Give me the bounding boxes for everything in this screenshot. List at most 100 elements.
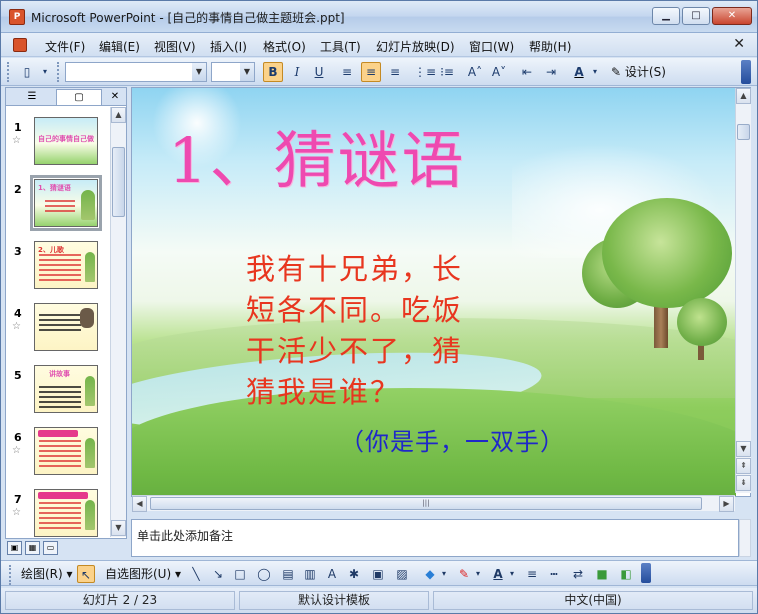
menu-file[interactable]: 文件(F) bbox=[45, 38, 85, 55]
toolbar-options-icon[interactable]: ▾ bbox=[39, 62, 51, 82]
dash-style-icon[interactable]: ┅ bbox=[545, 565, 563, 583]
font-name-select[interactable]: ▼ bbox=[65, 62, 207, 82]
scrollbar-thumb[interactable] bbox=[112, 147, 125, 217]
bullet-list-icon[interactable]: ⁝≡ bbox=[437, 62, 457, 82]
thumbnail-scrollbar[interactable]: ▲ ▼ bbox=[110, 107, 126, 537]
slide-sorter-icon[interactable]: ▦ bbox=[25, 541, 40, 555]
bold-button[interactable]: B bbox=[263, 62, 283, 82]
autoshapes-button[interactable]: 自选图形(U) ▾ bbox=[105, 565, 181, 583]
scroll-down-icon[interactable]: ▼ bbox=[736, 441, 751, 457]
slide-thumbnail[interactable]: 6 ☆ bbox=[6, 421, 110, 481]
tab-outline[interactable]: ☰ bbox=[10, 89, 54, 105]
slide-thumbnail[interactable]: 4 ☆ bbox=[6, 297, 110, 357]
scroll-up-icon[interactable]: ▲ bbox=[736, 88, 751, 104]
close-window-button[interactable]: ✕ bbox=[712, 7, 752, 25]
notes-scrollbar[interactable] bbox=[739, 519, 751, 557]
minimize-button[interactable]: ▁ bbox=[652, 7, 680, 25]
draw-menu-button[interactable]: 绘图(R) ▾ bbox=[21, 565, 73, 583]
underline-button[interactable]: U bbox=[309, 62, 329, 82]
select-pointer-icon[interactable]: ↖ bbox=[77, 565, 95, 583]
3d-style-icon[interactable]: ◧ bbox=[617, 565, 635, 583]
line-icon[interactable]: ╲ bbox=[187, 565, 205, 583]
scroll-right-icon[interactable]: ▶ bbox=[719, 496, 734, 512]
menu-help[interactable]: 帮助(H) bbox=[529, 38, 571, 55]
numbered-list-icon[interactable]: ⋮≡ bbox=[413, 62, 436, 82]
font-color-icon[interactable]: A bbox=[569, 62, 589, 82]
previous-slide-icon[interactable]: ⇞ bbox=[736, 458, 751, 474]
riddle-line[interactable]: 我有十兄弟，长 bbox=[246, 246, 463, 288]
chevron-down-icon[interactable]: ▾ bbox=[473, 565, 483, 583]
arrow-icon[interactable]: ↘ bbox=[209, 565, 227, 583]
close-document-button[interactable]: ✕ bbox=[733, 36, 745, 52]
scrollbar-thumb[interactable]: ||| bbox=[150, 497, 702, 510]
line-color-icon[interactable]: ✎ bbox=[455, 565, 473, 583]
slide-title[interactable]: 1、猜谜语 bbox=[168, 110, 465, 200]
increase-font-icon[interactable]: A˄ bbox=[465, 62, 485, 82]
document-menu-icon[interactable] bbox=[13, 38, 27, 52]
riddle-answer[interactable]: （你是手，一双手） bbox=[340, 422, 565, 457]
decrease-indent-icon[interactable]: ⇤ bbox=[517, 62, 537, 82]
scrollbar-thumb[interactable] bbox=[737, 124, 750, 140]
tab-slides[interactable]: ▢ bbox=[56, 89, 102, 105]
slide-thumbnail[interactable]: 5 讲故事 bbox=[6, 359, 110, 419]
slide-vertical-scrollbar[interactable]: ▲ ▼ ⇞ ⇟ bbox=[735, 88, 751, 493]
scroll-down-icon[interactable]: ▼ bbox=[111, 520, 126, 536]
powerpoint-app-icon[interactable]: P bbox=[9, 9, 25, 25]
shadow-style-icon[interactable]: ■ bbox=[593, 565, 611, 583]
chevron-down-icon[interactable]: ▼ bbox=[240, 63, 254, 81]
maximize-button[interactable]: □ bbox=[682, 7, 710, 25]
chevron-down-icon[interactable]: ▾ bbox=[507, 565, 517, 583]
new-document-icon[interactable]: ▯ bbox=[17, 62, 37, 82]
current-slide[interactable]: 1、猜谜语 我有十兄弟，长 短各不同。吃饭 干活少不了，猜 猜我是谁？ （你是手… bbox=[132, 88, 736, 496]
slide-thumbnail[interactable]: 3 2、儿歌 bbox=[6, 235, 110, 295]
vertical-textbox-icon[interactable]: ▥ bbox=[301, 565, 319, 583]
slide-thumbnail[interactable]: 7 ☆ bbox=[6, 483, 110, 537]
italic-button[interactable]: I bbox=[287, 62, 307, 82]
scroll-up-icon[interactable]: ▲ bbox=[111, 107, 126, 123]
menu-window[interactable]: 窗口(W) bbox=[469, 38, 514, 55]
toolbar-overflow-button[interactable] bbox=[741, 60, 751, 84]
toolbar-grip[interactable] bbox=[7, 62, 10, 82]
next-slide-icon[interactable]: ⇟ bbox=[736, 475, 751, 491]
align-left-icon[interactable]: ≡ bbox=[337, 62, 357, 82]
align-right-icon[interactable]: ≡ bbox=[385, 62, 405, 82]
diagram-icon[interactable]: ✱ bbox=[345, 565, 363, 583]
riddle-line[interactable]: 干活少不了，猜 bbox=[246, 328, 463, 370]
chevron-down-icon[interactable]: ▼ bbox=[192, 63, 206, 81]
menu-insert[interactable]: 插入(I) bbox=[210, 38, 247, 55]
toolbar-overflow-button[interactable] bbox=[641, 563, 651, 583]
riddle-line[interactable]: 短各不同。吃饭 bbox=[246, 287, 463, 329]
slide-horizontal-scrollbar[interactable]: ◀ ||| ▶ bbox=[132, 495, 735, 512]
line-style-icon[interactable]: ≡ bbox=[523, 565, 541, 583]
menu-slideshow[interactable]: 幻灯片放映(D) bbox=[376, 38, 455, 55]
scroll-left-icon[interactable]: ◀ bbox=[132, 496, 147, 512]
fill-color-icon[interactable]: ◆ bbox=[421, 565, 439, 583]
textbox-icon[interactable]: ▤ bbox=[279, 565, 297, 583]
slide-thumbnail-selected[interactable]: 2 1、猜谜语 bbox=[6, 173, 110, 233]
menu-edit[interactable]: 编辑(E) bbox=[99, 38, 140, 55]
arrow-style-icon[interactable]: ⇄ bbox=[569, 565, 587, 583]
slide-thumbnail[interactable]: 1 ☆ 自己的事情自己做 bbox=[6, 111, 110, 171]
oval-icon[interactable]: ◯ bbox=[255, 565, 273, 583]
close-pane-button[interactable]: ✕ bbox=[108, 89, 122, 105]
toolbar-grip[interactable] bbox=[9, 565, 12, 585]
design-button[interactable]: ✎ 设计(S) bbox=[611, 62, 666, 82]
chevron-down-icon[interactable]: ▾ bbox=[439, 565, 449, 583]
increase-indent-icon[interactable]: ⇥ bbox=[541, 62, 561, 82]
align-center-icon[interactable]: ≡ bbox=[361, 62, 381, 82]
slideshow-icon[interactable]: ▭ bbox=[43, 541, 58, 555]
font-size-select[interactable]: ▼ bbox=[211, 62, 255, 82]
menu-tools[interactable]: 工具(T) bbox=[320, 38, 361, 55]
riddle-line[interactable]: 猜我是谁？ bbox=[246, 369, 401, 411]
picture-icon[interactable]: ▨ bbox=[393, 565, 411, 583]
decrease-font-icon[interactable]: A˅ bbox=[489, 62, 509, 82]
chevron-down-icon[interactable]: ▾ bbox=[589, 62, 601, 82]
wordart-icon[interactable]: A bbox=[323, 565, 341, 583]
menu-view[interactable]: 视图(V) bbox=[154, 38, 196, 55]
font-color-icon[interactable]: A bbox=[489, 565, 507, 583]
rectangle-icon[interactable]: □ bbox=[231, 565, 249, 583]
notes-pane[interactable]: 单击此处添加备注 bbox=[131, 519, 739, 557]
menu-format[interactable]: 格式(O) bbox=[263, 38, 306, 55]
clipart-icon[interactable]: ▣ bbox=[369, 565, 387, 583]
toolbar-grip[interactable] bbox=[57, 62, 60, 82]
